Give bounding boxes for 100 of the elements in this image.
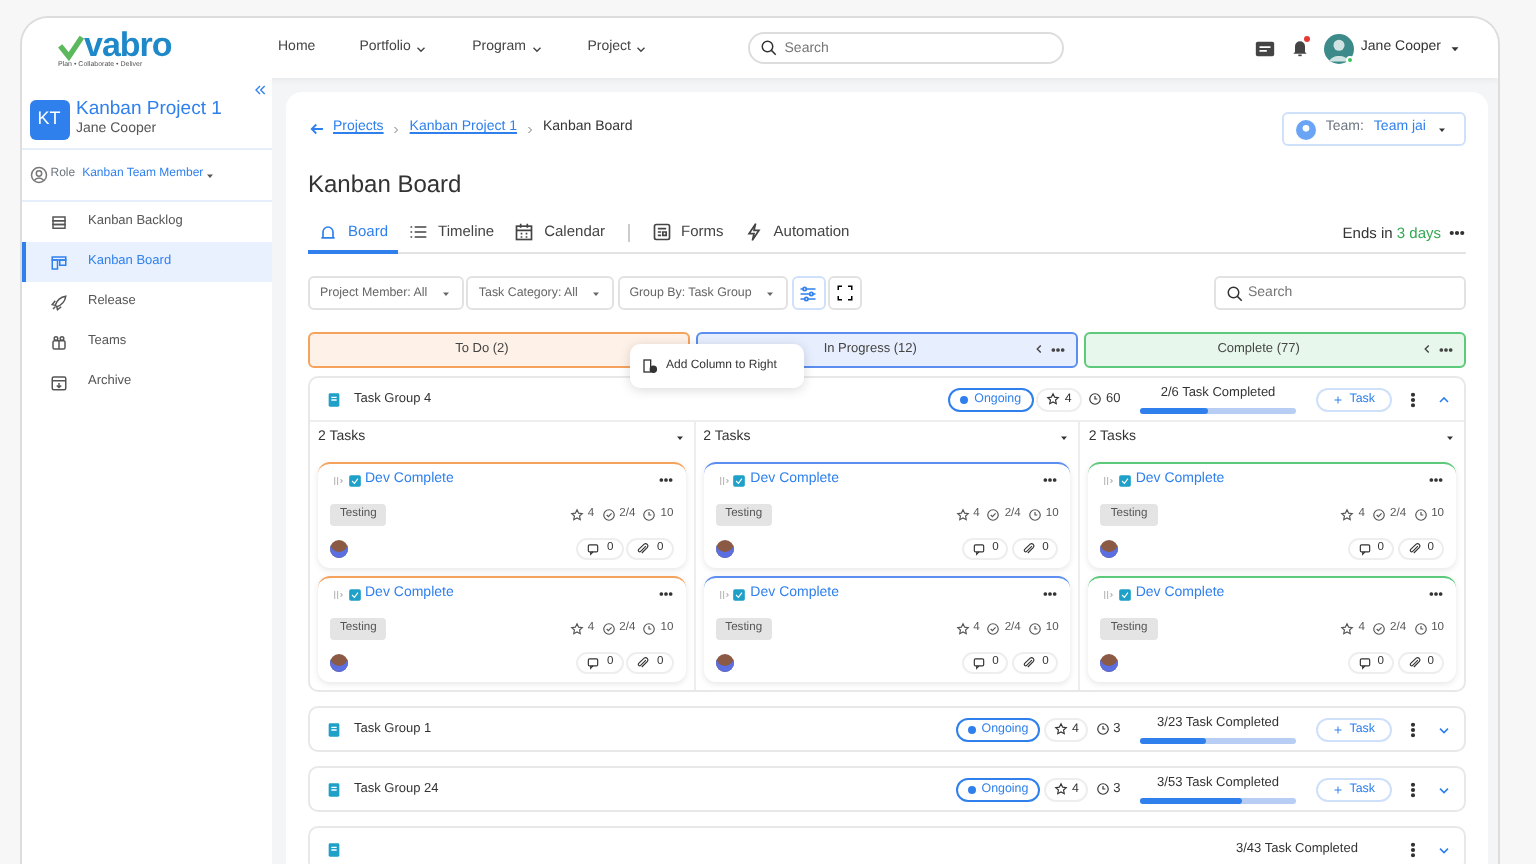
star-icon xyxy=(1046,392,1061,406)
caret-icon xyxy=(589,287,602,299)
fullscreen-button[interactable] xyxy=(828,276,863,310)
team-icon xyxy=(1295,119,1316,139)
caret-icon xyxy=(1436,123,1448,135)
drag-handle-icon xyxy=(330,587,344,602)
star-icon xyxy=(955,621,970,636)
paperclip-icon xyxy=(1022,656,1037,670)
task-type-icon xyxy=(347,473,362,488)
plus-icon xyxy=(1331,723,1344,735)
assignee-avatar xyxy=(330,540,348,558)
clock-icon xyxy=(1027,621,1042,636)
expand-icon xyxy=(836,284,855,302)
document-icon xyxy=(326,391,342,407)
caret-icon xyxy=(1448,41,1462,55)
assignee-avatar xyxy=(1100,540,1119,558)
inbox-icon[interactable] xyxy=(1253,37,1276,59)
plus-icon xyxy=(1331,393,1344,405)
paperclip-icon xyxy=(636,656,651,670)
star-icon xyxy=(569,507,584,522)
star-icon xyxy=(1340,507,1355,522)
comment-icon xyxy=(1357,542,1372,556)
more-icon[interactable] xyxy=(1438,342,1455,358)
check-circle-icon xyxy=(601,621,616,636)
paperclip-icon xyxy=(1407,542,1422,556)
user-avatar xyxy=(1323,33,1354,63)
star-icon xyxy=(1053,722,1068,736)
star-icon xyxy=(1053,782,1068,796)
comment-icon xyxy=(586,656,601,670)
check-circle-icon xyxy=(601,507,616,522)
clock-icon xyxy=(1095,782,1110,796)
caret-icon xyxy=(203,169,216,182)
caret-icon[interactable] xyxy=(1444,432,1457,444)
caret-icon xyxy=(439,287,452,299)
person-icon xyxy=(29,166,47,185)
task-type-icon xyxy=(1118,587,1133,602)
archive-icon xyxy=(50,373,68,392)
chevron-left-icon[interactable] xyxy=(1032,342,1047,356)
task-type-icon xyxy=(1118,473,1133,488)
rocket-icon xyxy=(50,293,68,312)
back-arrow-icon[interactable] xyxy=(308,120,326,138)
form-icon xyxy=(651,222,672,242)
check-circle-icon xyxy=(1372,621,1386,636)
plus-icon xyxy=(1331,783,1344,795)
drag-handle-icon xyxy=(715,587,730,602)
add-column-icon xyxy=(642,358,658,374)
document-icon xyxy=(326,721,342,737)
sliders-icon xyxy=(798,283,819,303)
page-title: Kanban Board xyxy=(308,168,464,202)
document-icon xyxy=(326,781,342,797)
caret-icon xyxy=(763,287,776,299)
paperclip-icon xyxy=(1022,542,1037,556)
drag-handle-icon xyxy=(1100,473,1115,488)
search-icon xyxy=(760,39,779,57)
document-icon xyxy=(326,841,342,857)
logo-text: vabro xyxy=(84,27,172,62)
collapse-icon[interactable] xyxy=(252,81,269,98)
paperclip-icon xyxy=(1407,656,1422,670)
filter-settings-button[interactable] xyxy=(791,276,826,310)
star-icon xyxy=(1340,621,1355,636)
assignee-avatar xyxy=(715,654,734,672)
clock-icon xyxy=(1413,507,1428,522)
project-name: Kanban Project 1 xyxy=(76,97,222,121)
star-icon xyxy=(955,507,970,522)
clock-icon xyxy=(1027,507,1042,522)
check-circle-icon xyxy=(986,621,1001,636)
assignee-avatar xyxy=(715,540,734,558)
collapse-chevron-icon[interactable] xyxy=(1436,391,1452,407)
teams-icon xyxy=(50,333,68,352)
drag-handle-icon xyxy=(330,473,344,488)
search-icon xyxy=(1226,284,1244,302)
clock-icon xyxy=(642,507,657,522)
notification-bell-icon[interactable] xyxy=(1289,36,1310,60)
assignee-avatar xyxy=(1100,654,1119,672)
chevron-left-icon[interactable] xyxy=(1420,342,1435,356)
drag-handle-icon xyxy=(715,473,730,488)
caret-icon[interactable] xyxy=(1058,432,1071,444)
list-icon xyxy=(408,222,429,242)
clock-icon xyxy=(1088,392,1103,406)
task-type-icon xyxy=(732,587,747,602)
chevron-icon xyxy=(390,123,403,135)
task-type-icon xyxy=(347,587,362,602)
more-icon[interactable] xyxy=(1049,342,1066,358)
clock-icon xyxy=(1413,621,1428,636)
caret-icon[interactable] xyxy=(673,432,686,444)
project-avatar: KT xyxy=(29,99,69,140)
comment-icon xyxy=(972,656,987,670)
comment-icon xyxy=(1357,656,1372,670)
paperclip-icon xyxy=(636,542,651,556)
check-circle-icon xyxy=(1372,507,1386,522)
drag-handle-icon xyxy=(1100,587,1115,602)
clock-icon xyxy=(1095,722,1110,736)
lightning-icon xyxy=(743,222,764,242)
comment-icon xyxy=(586,542,601,556)
star-icon xyxy=(569,621,584,636)
clock-icon xyxy=(642,621,657,636)
comment-icon xyxy=(972,542,987,556)
list-icon xyxy=(50,213,68,232)
check-circle-icon xyxy=(986,507,1001,522)
check-mark-icon xyxy=(58,33,84,62)
